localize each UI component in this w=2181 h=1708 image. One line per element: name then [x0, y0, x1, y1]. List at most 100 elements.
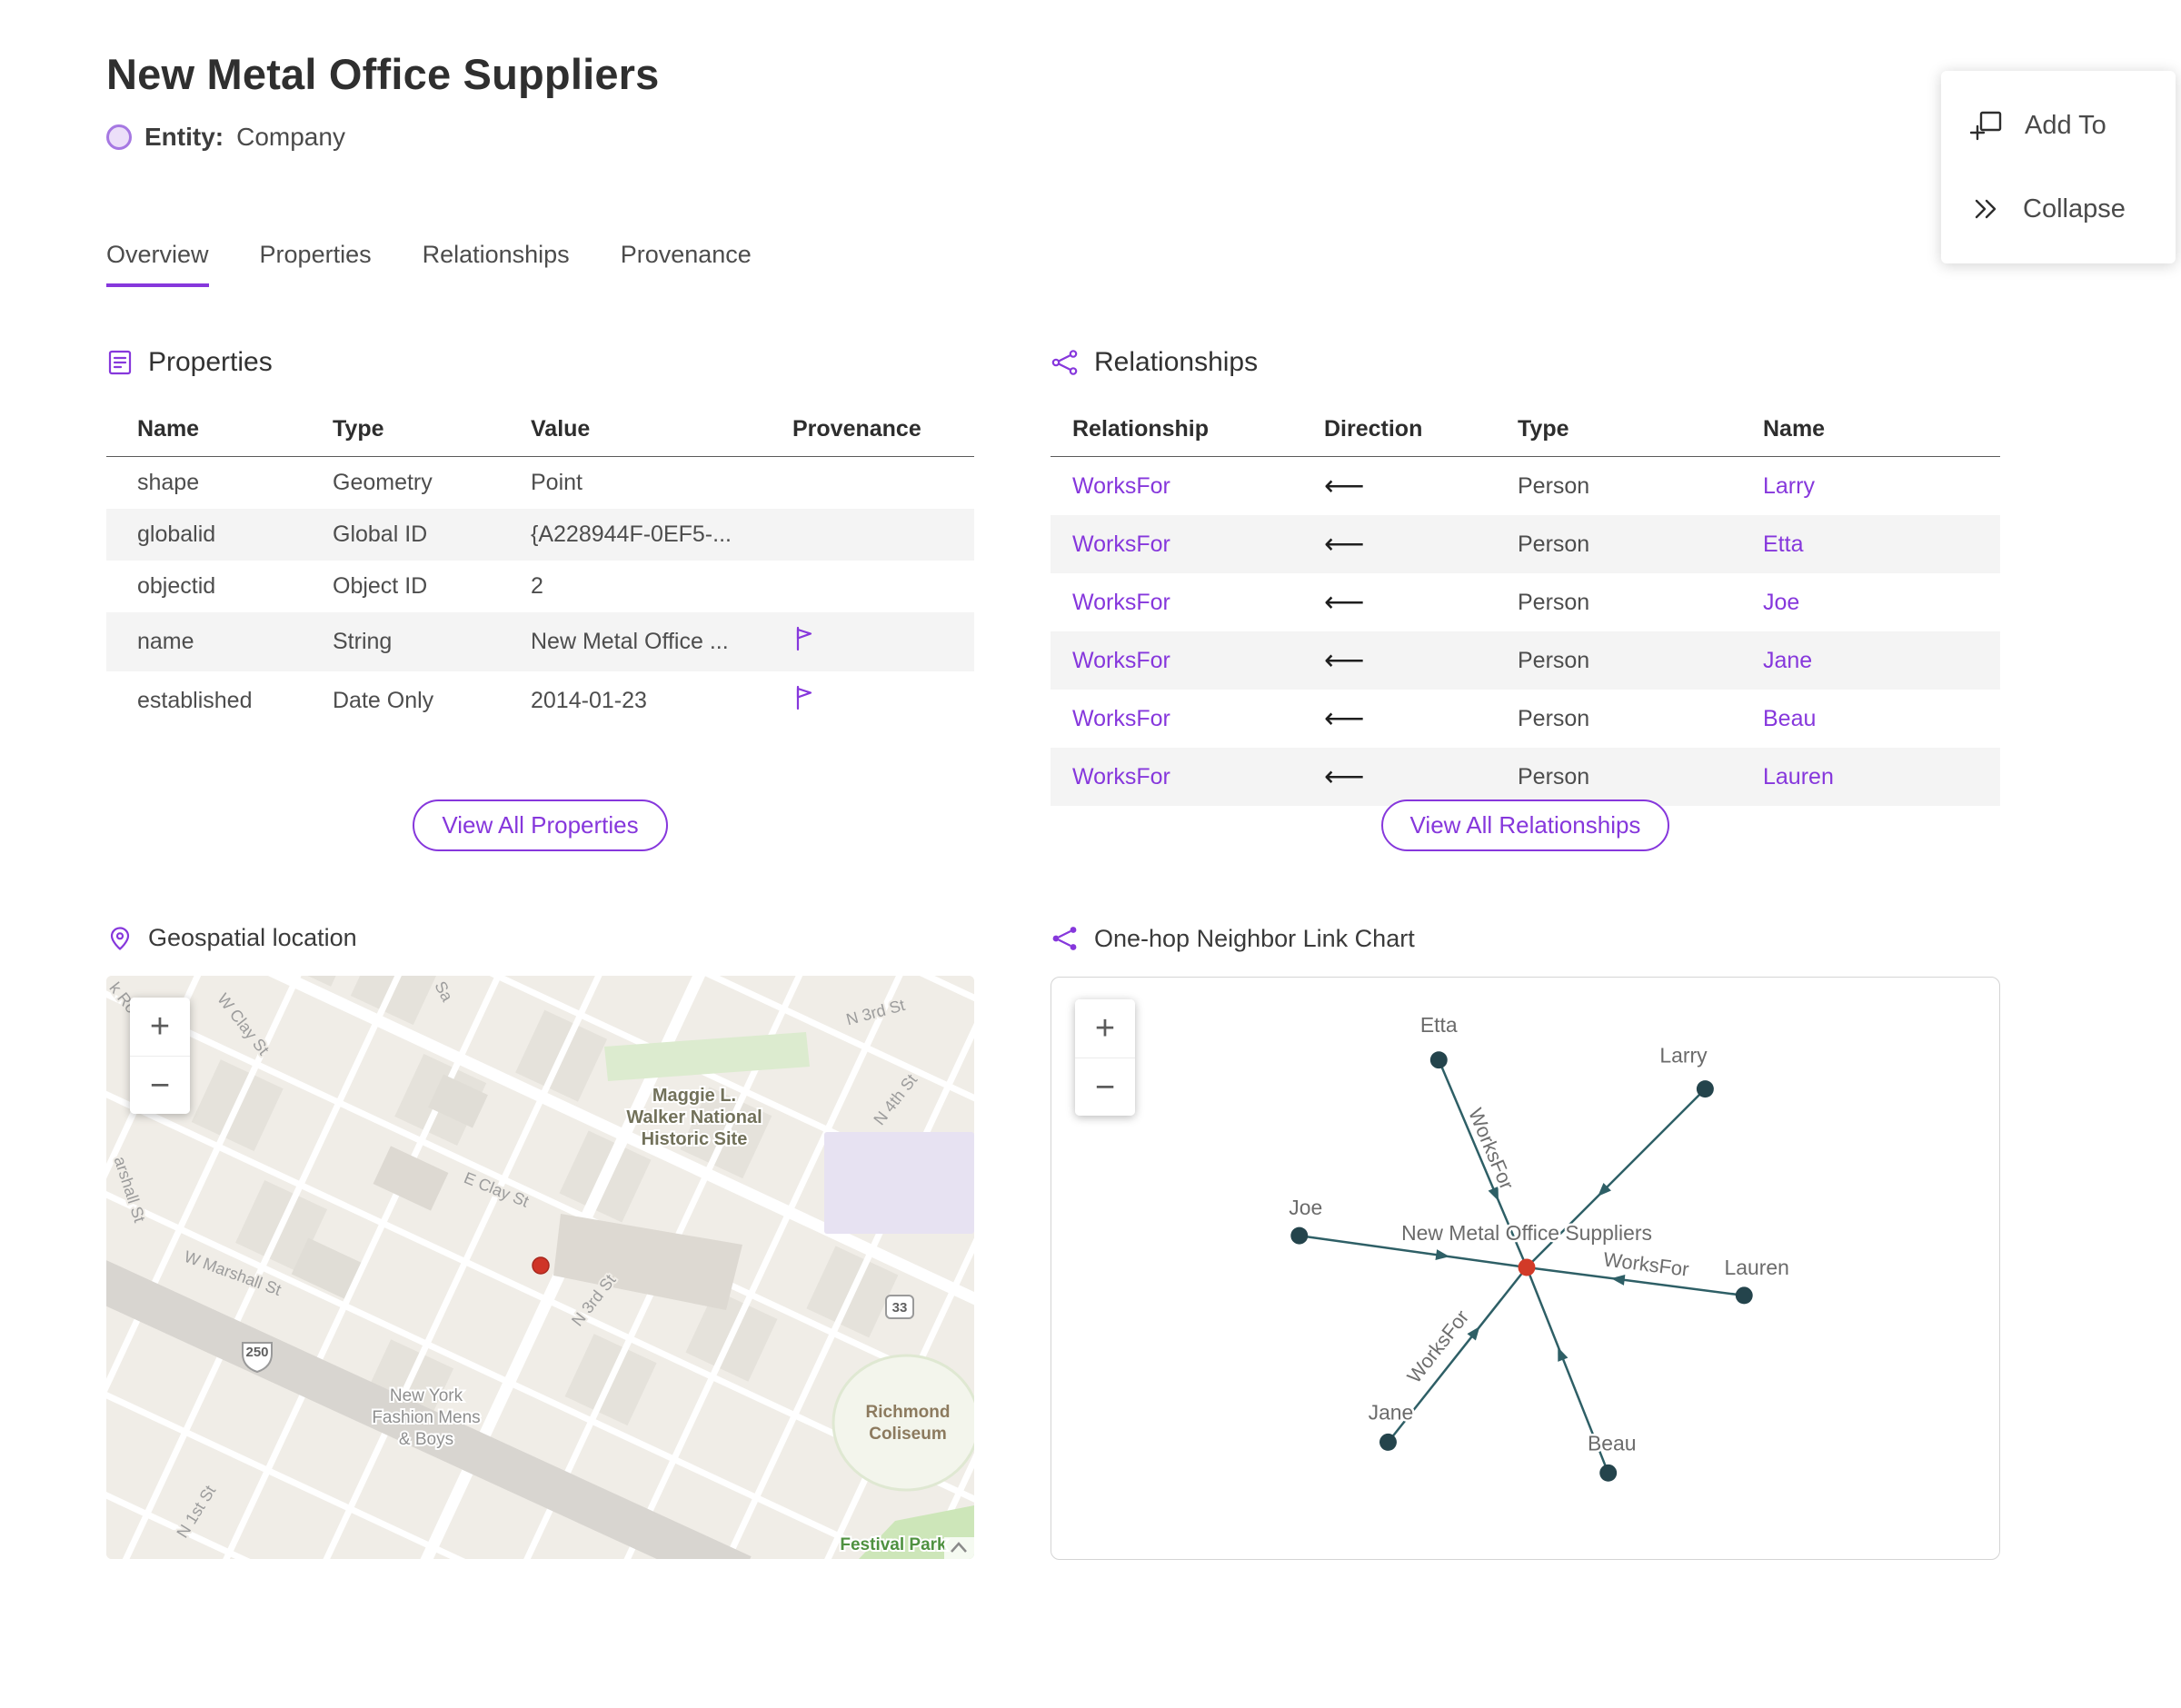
graph-node-etta[interactable] [1429, 1051, 1448, 1069]
properties-table: Name Type Value Provenance shape Geometr… [106, 402, 974, 730]
relationships-column: Relationships Relationship Direction Typ… [1051, 347, 2000, 1560]
col-header-relationship: Relationship [1051, 402, 1324, 457]
col-header-name: Name [106, 402, 333, 457]
direction-arrow: ⟵ [1324, 515, 1518, 573]
node-label-joe: Joe [1289, 1196, 1322, 1219]
prop-provenance [792, 612, 974, 671]
direction-arrow: ⟵ [1324, 748, 1518, 806]
table-row: name String New Metal Office ... [106, 612, 974, 671]
properties-section-title: Properties [148, 347, 273, 377]
page-title: New Metal Office Suppliers [106, 50, 660, 98]
collapse-label: Collapse [2023, 194, 2126, 223]
relationship-link[interactable]: WorksFor [1072, 706, 1170, 731]
prop-name: globalid [106, 509, 333, 561]
properties-column: Properties Name Type Value Provenance sh… [106, 347, 974, 1560]
tab-bar: Overview Properties Relationships Proven… [106, 241, 2181, 287]
relationship-link[interactable]: WorksFor [1072, 531, 1170, 557]
entity-link[interactable]: Joe [1763, 590, 1799, 615]
view-all-relationships-button[interactable]: View All Relationships [1380, 799, 1670, 851]
floating-actions-panel: Add To Collapse [1941, 71, 2176, 263]
entity-label: Entity: [144, 123, 224, 151]
map-label-maggie-3: Historic Site [642, 1129, 748, 1149]
provenance-flag-icon[interactable] [792, 625, 816, 652]
node-label-center: New Metal Office Suppliers [1401, 1221, 1652, 1245]
relationships-section-header: Relationships [1051, 347, 2000, 378]
tab-properties[interactable]: Properties [260, 241, 372, 287]
relationship-link[interactable]: WorksFor [1072, 648, 1170, 673]
relationships-table: Relationship Direction Type Name WorksFo… [1051, 402, 2000, 806]
map-label-nyf-3: & Boys [399, 1430, 453, 1449]
graph-node-joe[interactable] [1290, 1226, 1309, 1245]
table-row: objectid Object ID 2 [106, 561, 974, 612]
table-row: WorksFor ⟵ Person Larry [1051, 457, 2000, 516]
prop-name: shape [137, 470, 200, 495]
col-header-provenance: Provenance [792, 402, 974, 457]
graph-node-center[interactable] [1518, 1258, 1536, 1276]
table-row: WorksFor ⟵ Person Jane [1051, 631, 2000, 690]
edge-label-worksfor: WorksFor [1464, 1105, 1519, 1193]
zoom-out-button[interactable]: − [1075, 1058, 1135, 1116]
graph-node-beau[interactable] [1599, 1464, 1618, 1482]
entity-link[interactable]: Larry [1763, 473, 1815, 499]
add-to-button[interactable]: Add To [1941, 84, 2176, 167]
direction-arrow: ⟵ [1324, 702, 1365, 734]
relationships-icon [1051, 350, 1078, 375]
entity-link[interactable]: Etta [1763, 531, 1803, 557]
link-chart-canvas[interactable]: + − WorksFor WorksFor WorksFor Etta Larr… [1051, 977, 2000, 1560]
prop-provenance [792, 671, 974, 730]
zoom-out-button[interactable]: − [130, 1056, 190, 1114]
graph-node-jane[interactable] [1379, 1433, 1397, 1451]
relationship-link[interactable]: WorksFor [1072, 764, 1170, 789]
route-shield-va33: 33 [885, 1295, 914, 1319]
node-label-etta: Etta [1420, 1013, 1458, 1037]
table-row: WorksFor ⟵ Person Etta [1051, 515, 2000, 573]
table-row: shape Geometry Point [106, 457, 974, 510]
provenance-flag-icon[interactable] [792, 684, 816, 711]
graph-node-lauren[interactable] [1735, 1286, 1753, 1305]
svg-text:33: 33 [892, 1300, 908, 1316]
entity-link[interactable]: Jane [1763, 648, 1812, 673]
prop-name: objectid [137, 573, 216, 599]
properties-icon [108, 350, 132, 375]
rel-type: Person [1518, 472, 1590, 499]
relationship-link[interactable]: WorksFor [1072, 590, 1170, 615]
entity-link[interactable]: Beau [1763, 706, 1816, 731]
zoom-in-button[interactable]: + [130, 998, 190, 1056]
prop-type: Geometry [333, 470, 433, 495]
graph-node-larry[interactable] [1696, 1080, 1714, 1098]
view-all-properties-button[interactable]: View All Properties [413, 799, 668, 851]
map-image: 250 33 k Ro W Clay St Sa N 3rd St N 4th … [106, 976, 974, 1559]
map-label-coliseum-1: Richmond [866, 1403, 951, 1422]
map-canvas[interactable]: + − 250 33 k Ro W Clay St Sa N 3rd St N … [106, 976, 974, 1559]
link-chart-section-header: One-hop Neighbor Link Chart [1051, 924, 2000, 953]
direction-arrow: ⟵ [1324, 586, 1365, 618]
relationships-header-row: Relationship Direction Type Name [1051, 402, 2000, 457]
tab-relationships[interactable]: Relationships [423, 241, 570, 287]
table-row: globalid Global ID {A228944F-0EF5-... [106, 509, 974, 561]
map-label-maggie-2: Walker National [626, 1107, 762, 1127]
rel-type: Person [1518, 705, 1590, 731]
tab-overview[interactable]: Overview [106, 241, 209, 287]
link-chart-section-title: One-hop Neighbor Link Chart [1094, 924, 1415, 952]
prop-value: {A228944F-0EF5-... [531, 509, 792, 561]
map-label-coliseum-2: Coliseum [869, 1425, 947, 1444]
col-header-value: Value [531, 402, 792, 457]
entity-link[interactable]: Lauren [1763, 764, 1834, 789]
prop-provenance [792, 457, 974, 510]
relationships-section-title: Relationships [1094, 347, 1259, 377]
prop-type: Object ID [333, 573, 428, 599]
direction-arrow: ⟵ [1324, 470, 1365, 501]
col-header-type: Type [333, 402, 531, 457]
collapse-button[interactable]: Collapse [1941, 167, 2176, 251]
attribution-toggle[interactable] [944, 1537, 974, 1559]
tab-provenance[interactable]: Provenance [621, 241, 752, 287]
prop-value: New Metal Office ... [531, 612, 792, 671]
node-label-larry: Larry [1659, 1044, 1708, 1068]
collapse-chevrons-icon [1975, 199, 1997, 219]
relationship-link[interactable]: WorksFor [1072, 473, 1170, 499]
geospatial-section-header: Geospatial location [106, 924, 974, 952]
zoom-in-button[interactable]: + [1075, 999, 1135, 1058]
map-location-marker [532, 1256, 550, 1275]
entity-type-icon [106, 124, 132, 150]
prop-name: established [137, 688, 253, 713]
